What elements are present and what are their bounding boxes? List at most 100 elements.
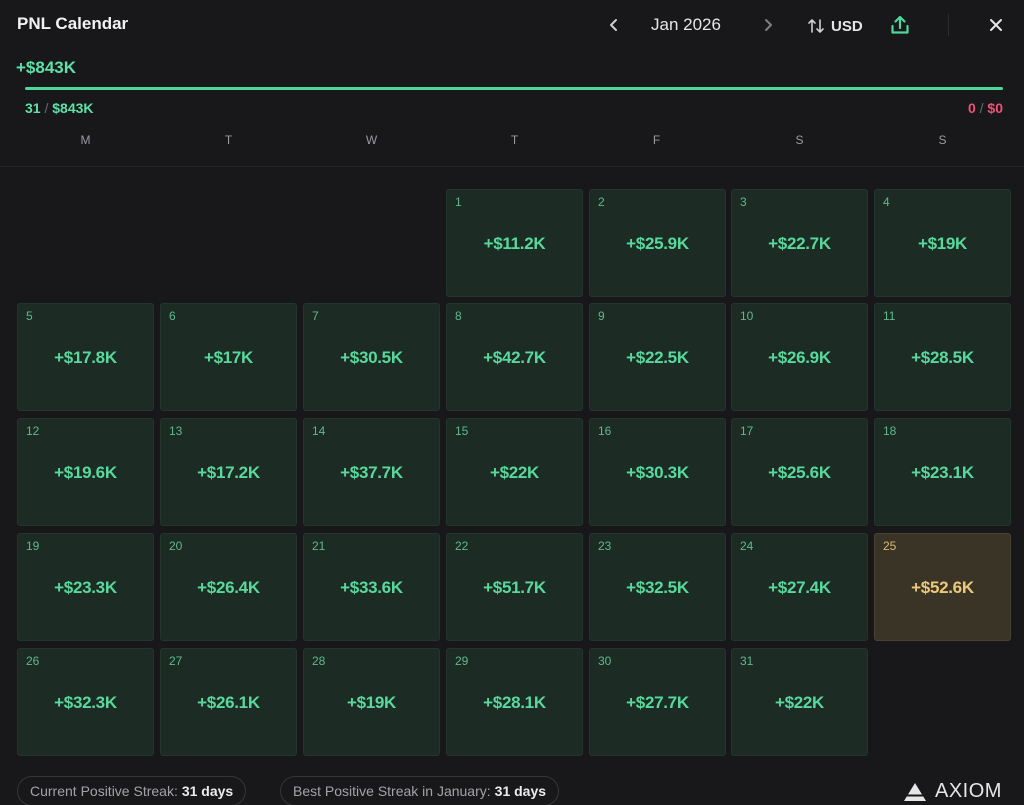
day-number: 14	[312, 424, 326, 438]
total-pnl: +$843K	[16, 58, 77, 77]
day-number: 12	[26, 424, 40, 438]
weekday-header: M T W T F S S	[17, 133, 1011, 149]
positive-separator: /	[44, 100, 49, 116]
day-pnl-value: +$42.7K	[483, 348, 546, 367]
pnl-ratio-bar	[25, 87, 1003, 90]
calendar-day-cell[interactable]: 14 +$37.7K	[303, 418, 440, 526]
calendar-day-cell[interactable]: 9 +$22.5K	[589, 303, 726, 411]
current-streak-badge: Current Positive Streak: 31 days	[17, 776, 247, 805]
calendar-day-cell[interactable]: 19 +$23.3K	[17, 533, 154, 641]
brand-logo: AXIOM	[903, 780, 1002, 803]
calendar-day-cell[interactable]: 25 +$52.6K	[874, 533, 1011, 641]
prev-month-button[interactable]	[604, 14, 624, 36]
day-pnl-value: +$17K	[203, 348, 254, 367]
calendar-day-cell[interactable]: 13 +$17.2K	[160, 418, 297, 526]
day-number: 5	[26, 309, 33, 323]
day-pnl-value: +$23.3K	[54, 578, 117, 597]
calendar-day-cell[interactable]: 10 +$26.9K	[731, 303, 868, 411]
day-number: 20	[169, 539, 183, 553]
share-button[interactable]	[889, 14, 911, 36]
day-pnl-value: +$51.7K	[483, 578, 546, 597]
day-pnl-value: +$22K	[489, 463, 540, 482]
negative-separator: /	[979, 100, 984, 116]
header-divider	[948, 14, 949, 36]
calendar-day-cell[interactable]: 20 +$26.4K	[160, 533, 297, 641]
day-pnl-value: +$32.3K	[54, 693, 117, 712]
calendar-day-cell[interactable]: 18 +$23.1K	[874, 418, 1011, 526]
weekday-label: M	[80, 133, 91, 147]
day-pnl-value: +$23.1K	[911, 463, 974, 482]
calendar-day-cell[interactable]: 6 +$17K	[160, 303, 297, 411]
axiom-logo-icon	[904, 782, 926, 801]
calendar-day-cell[interactable]: 28 +$19K	[303, 648, 440, 756]
calendar-day-cell[interactable]: 4 +$19K	[874, 189, 1011, 297]
calendar-day-cell[interactable]: 22 +$51.7K	[446, 533, 583, 641]
calendar-day-cell[interactable]: 21 +$33.6K	[303, 533, 440, 641]
calendar-day-cell[interactable]: 24 +$27.4K	[731, 533, 868, 641]
calendar-day-cell[interactable]: 12 +$19.6K	[17, 418, 154, 526]
positive-summary: 31 / $843K	[25, 100, 94, 116]
calendar-day-cell[interactable]: 5 +$17.8K	[17, 303, 154, 411]
next-month-button[interactable]	[758, 14, 778, 36]
calendar-day-cell[interactable]: 8 +$42.7K	[446, 303, 583, 411]
day-number: 6	[169, 309, 176, 323]
day-number: 10	[740, 309, 754, 323]
calendar-day-cell[interactable]: 7 +$30.5K	[303, 303, 440, 411]
day-pnl-value: +$28.5K	[911, 348, 974, 367]
day-number: 28	[312, 654, 326, 668]
calendar-day-cell[interactable]: 26 +$32.3K	[17, 648, 154, 756]
day-number: 30	[598, 654, 612, 668]
day-pnl-value: +$30.3K	[626, 463, 689, 482]
day-pnl-value: +$30.5K	[340, 348, 403, 367]
current-streak-value: 31 days	[181, 783, 234, 799]
day-pnl-value: +$17.8K	[54, 348, 117, 367]
day-pnl-value: +$26.9K	[768, 348, 831, 367]
day-number: 11	[883, 309, 896, 323]
calendar-day-cell[interactable]: 17 +$25.6K	[731, 418, 868, 526]
calendar-day-cell[interactable]: 11 +$28.5K	[874, 303, 1011, 411]
calendar-day-cell[interactable]: 30 +$27.7K	[589, 648, 726, 756]
calendar-day-cell[interactable]: 1 +$11.2K	[446, 189, 583, 297]
calendar-day-cell[interactable]: 15 +$22K	[446, 418, 583, 526]
sort-arrows-icon	[808, 19, 824, 33]
day-pnl-value: +$26.4K	[197, 578, 260, 597]
day-pnl-value: +$27.4K	[768, 578, 831, 597]
day-number: 1	[455, 195, 462, 209]
calendar-day-cell[interactable]: 2 +$25.9K	[589, 189, 726, 297]
day-number: 8	[455, 309, 462, 323]
calendar-day-cell[interactable]: 31 +$22K	[731, 648, 868, 756]
day-pnl-value: +$33.6K	[340, 578, 403, 597]
day-pnl-value: +$22K	[774, 693, 825, 712]
day-pnl-value: +$37.7K	[340, 463, 403, 482]
calendar-day-cell[interactable]: 3 +$22.7K	[731, 189, 868, 297]
chevron-left-icon	[610, 19, 617, 31]
day-number: 9	[598, 309, 605, 323]
negative-amount: $0	[987, 100, 1003, 116]
day-number: 17	[740, 424, 754, 438]
calendar-day-cell[interactable]: 29 +$28.1K	[446, 648, 583, 756]
day-number: 22	[455, 539, 469, 553]
day-number: 29	[455, 654, 469, 668]
day-number: 15	[455, 424, 469, 438]
day-pnl-value: +$26.1K	[197, 693, 260, 712]
calendar-day-cell[interactable]: 23 +$32.5K	[589, 533, 726, 641]
day-pnl-value: +$32.5K	[626, 578, 689, 597]
header-bar: PNL Calendar Jan 2026 USD	[0, 0, 1024, 50]
weekday-label: T	[224, 133, 233, 147]
day-pnl-value: +$27.7K	[626, 693, 689, 712]
day-number: 19	[26, 539, 40, 553]
calendar-day-cell[interactable]: 16 +$30.3K	[589, 418, 726, 526]
currency-toggle[interactable]: USD	[807, 15, 863, 37]
day-pnl-value: +$11.2K	[483, 234, 546, 253]
footer: Current Positive Streak: 31 days Best Po…	[0, 776, 1024, 805]
calendar-grid: 1 +$11.2K 2 +$25.9K 3 +$22.7K 4 +$19K 5 +$17.8K 6 +…	[0, 0, 1024, 805]
weekday-label: S	[938, 133, 947, 147]
close-button[interactable]	[986, 14, 1006, 36]
positive-amount: $843K	[52, 100, 94, 116]
day-pnl-value: +$19.6K	[54, 463, 117, 482]
day-number: 3	[740, 195, 747, 209]
day-number: 13	[169, 424, 183, 438]
close-icon	[990, 19, 1002, 31]
day-pnl-value: +$22.7K	[768, 234, 831, 253]
calendar-day-cell[interactable]: 27 +$26.1K	[160, 648, 297, 756]
